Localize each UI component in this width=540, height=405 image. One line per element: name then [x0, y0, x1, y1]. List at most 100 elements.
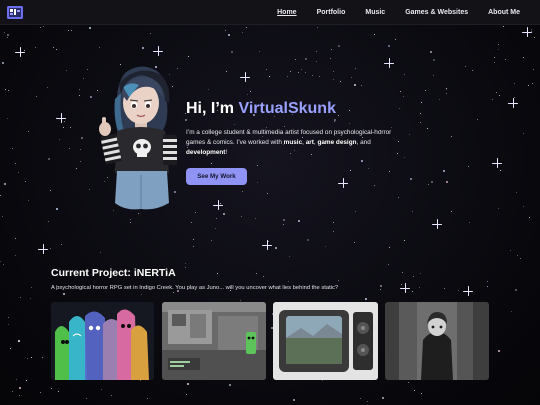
star-dot: [430, 51, 432, 53]
star-dot: [28, 131, 29, 132]
star-dot: [229, 384, 231, 386]
star-dot: [69, 148, 70, 149]
star-dot: [360, 398, 361, 399]
star-dot: [284, 126, 285, 127]
star-dot: [63, 127, 64, 128]
project-thumbnail-monitor[interactable]: [273, 302, 378, 380]
star-dot: [420, 113, 421, 114]
star-dot: [81, 137, 83, 139]
star-dot: [295, 59, 296, 60]
navbar: Home Portfolio Music Games & Websites Ab…: [0, 0, 540, 25]
star-dot: [7, 118, 8, 119]
project-thumbnail-character[interactable]: [385, 302, 489, 380]
star-dot: [26, 380, 27, 381]
star-dot: [275, 247, 277, 249]
star-dot: [439, 99, 440, 100]
star-dot: [510, 250, 511, 251]
star-dot: [79, 95, 80, 96]
star-dot: [350, 170, 351, 171]
star-dot: [0, 261, 1, 262]
star-dot: [53, 47, 54, 48]
star-dot: [8, 317, 9, 318]
star-dot: [216, 218, 217, 219]
star-dot: [477, 119, 478, 120]
star-dot: [35, 47, 36, 48]
star-dot: [141, 294, 142, 295]
sparkle-star: [240, 72, 250, 82]
star-dot: [25, 181, 26, 182]
star-dot: [111, 395, 112, 396]
star-dot: [496, 92, 497, 93]
star-dot: [225, 30, 226, 31]
sparkle-star: [153, 46, 163, 56]
star-dot: [47, 87, 48, 88]
star-dot: [130, 222, 131, 223]
star-dot: [20, 297, 21, 298]
star-dot: [511, 311, 512, 312]
star-dot: [472, 70, 473, 71]
logo-icon[interactable]: [7, 6, 23, 19]
star-dot: [500, 170, 501, 171]
sparkle-star: [384, 58, 394, 68]
retro-monitor-art-icon: [273, 302, 378, 380]
sparkle-star: [508, 98, 518, 108]
star-dot: [89, 189, 90, 190]
star-dot: [185, 119, 187, 121]
nav-link-home[interactable]: Home: [267, 8, 306, 18]
star-dot: [298, 220, 300, 222]
star-dot: [520, 258, 521, 259]
star-dot: [5, 89, 6, 90]
star-dot: [76, 168, 77, 169]
star-dot: [322, 380, 323, 381]
star-dot: [492, 99, 493, 100]
star-dot: [428, 184, 429, 185]
star-dot: [56, 208, 58, 210]
star-dot: [305, 72, 306, 73]
star-dot: [15, 255, 16, 256]
star-dot: [99, 47, 100, 48]
star-dot: [374, 185, 375, 186]
star-dot: [305, 58, 307, 60]
star-dot: [338, 115, 339, 116]
nav-link-games-websites[interactable]: Games & Websites: [395, 8, 478, 18]
project-thumbnail-ghosts[interactable]: [51, 302, 154, 380]
star-dot: [389, 171, 390, 172]
project-thumbnail-screenshot[interactable]: [162, 302, 266, 380]
star-dot: [316, 51, 317, 52]
star-dot: [71, 30, 72, 31]
star-dot: [325, 246, 326, 247]
star-dot: [86, 398, 87, 399]
nav-link-about-me[interactable]: About Me: [478, 8, 530, 18]
star-dot: [354, 84, 356, 86]
star-dot: [523, 57, 524, 58]
star-dot: [66, 70, 67, 71]
star-dot: [58, 391, 59, 392]
star-dot: [534, 37, 535, 38]
star-dot: [191, 222, 192, 223]
star-dot: [2, 62, 4, 64]
star-dot: [494, 57, 495, 58]
nav-link-portfolio[interactable]: Portfolio: [307, 8, 356, 18]
star-dot: [412, 211, 413, 212]
project-title: Current Project: iNERTiA: [51, 267, 176, 279]
star-dot: [338, 45, 340, 47]
star-dot: [7, 34, 9, 36]
star-dot: [242, 191, 243, 192]
nav-link-music[interactable]: Music: [355, 8, 395, 18]
star-dot: [499, 95, 500, 96]
star-dot: [395, 39, 396, 40]
star-dot: [487, 281, 488, 282]
star-dot: [130, 219, 131, 220]
star-dot: [433, 75, 434, 76]
star-dot: [79, 89, 80, 90]
star-dot: [83, 78, 84, 79]
star-dot: [147, 398, 148, 399]
star-dot: [446, 88, 447, 89]
star-dot: [444, 288, 445, 289]
star-dot: [451, 136, 452, 137]
star-dot: [8, 324, 9, 325]
see-my-work-button[interactable]: See My Work: [186, 168, 247, 185]
star-dot: [446, 181, 448, 183]
star-dot: [408, 382, 409, 383]
project-description: A psychological horror RPG set in Indigo…: [51, 285, 339, 291]
